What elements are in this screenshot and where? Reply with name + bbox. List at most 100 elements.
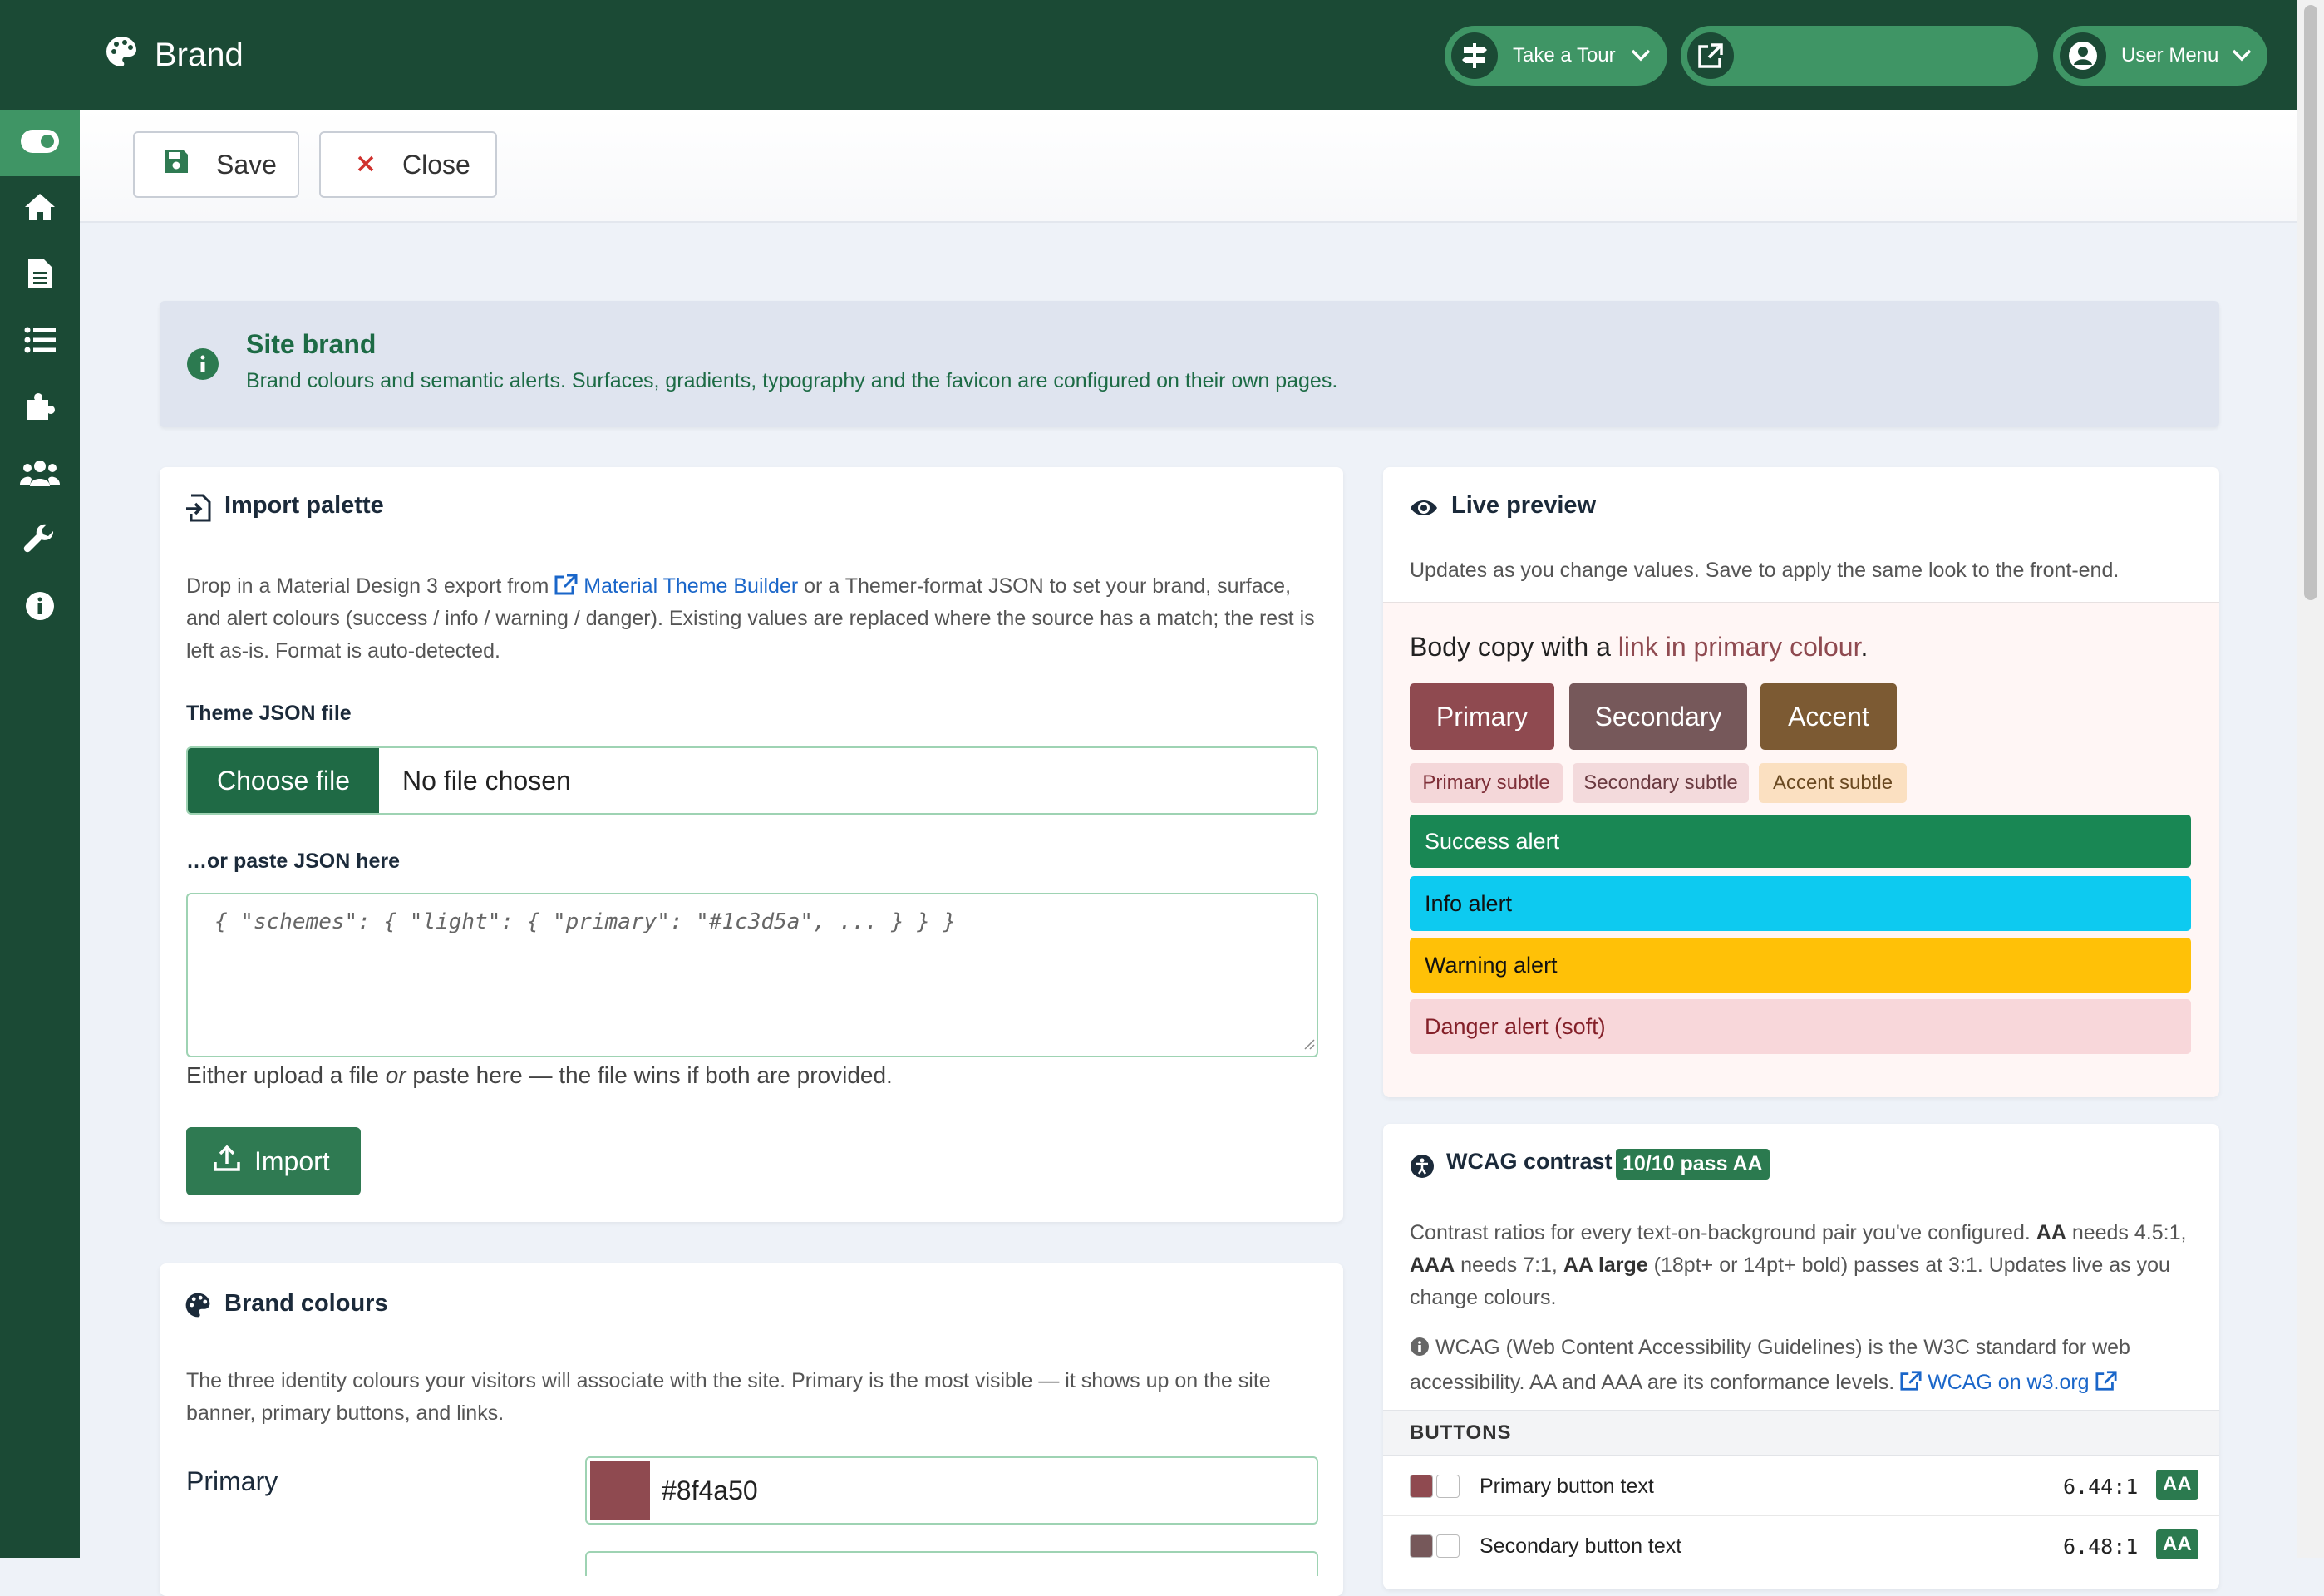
wcag-row-ratio: 6.44:1 bbox=[2063, 1475, 2139, 1499]
upload-icon bbox=[213, 1144, 241, 1179]
chevron-down-icon bbox=[2232, 44, 2252, 67]
info-circle-icon bbox=[1411, 1337, 1429, 1356]
import-hint: Either upload a file or paste here — the… bbox=[186, 1062, 893, 1089]
sidebar-item-home[interactable] bbox=[0, 180, 80, 238]
wcag-row-grade: AA bbox=[2156, 1470, 2198, 1500]
preview-accent-button[interactable]: Accent bbox=[1760, 683, 1897, 750]
brand-colours-description: The three identity colours your visitors… bbox=[186, 1369, 1271, 1425]
wrench-icon bbox=[23, 523, 57, 560]
list-icon bbox=[24, 327, 56, 357]
paste-json-placeholder: { "schemes": { "light": { "primary": "#1… bbox=[214, 909, 957, 934]
paste-json-textarea[interactable]: { "schemes": { "light": { "primary": "#1… bbox=[186, 893, 1318, 1057]
primary-colour-swatch[interactable] bbox=[590, 1461, 650, 1520]
preview-secondary-button[interactable]: Secondary bbox=[1569, 683, 1747, 750]
resize-handle-icon[interactable] bbox=[1302, 1037, 1315, 1054]
preview-secondary-subtle: Secondary subtle bbox=[1573, 763, 1749, 803]
sidebar bbox=[0, 0, 80, 1558]
take-a-tour-label: Take a Tour bbox=[1513, 44, 1616, 66]
sidebar-toggle[interactable] bbox=[0, 110, 80, 176]
wcag-aaa: AAA bbox=[1410, 1254, 1455, 1277]
wcag-w3-link[interactable]: WCAG on w3.org bbox=[1900, 1371, 2117, 1394]
theme-json-file-label: Theme JSON file bbox=[186, 702, 352, 725]
close-icon bbox=[356, 150, 376, 180]
hint-or: or bbox=[385, 1062, 406, 1088]
info-circle-icon bbox=[186, 347, 219, 385]
sidebar-item-users[interactable] bbox=[0, 446, 80, 504]
theme-json-file-input[interactable]: Choose file No file chosen bbox=[186, 746, 1318, 815]
live-preview-subtitle: Updates as you change values. Save to ap… bbox=[1410, 559, 2120, 582]
hint-part: paste here — the file wins if both are p… bbox=[406, 1062, 893, 1088]
brand-colours-card: Brand colours The three identity colours… bbox=[160, 1264, 1343, 1596]
wcag-row: Primary button text 6.44:1 AA bbox=[1383, 1456, 2219, 1516]
wcag-contrast-title: WCAG contrast bbox=[1446, 1149, 1613, 1174]
material-theme-builder-label: Material Theme Builder bbox=[583, 574, 799, 598]
palette-icon bbox=[185, 1292, 211, 1323]
paste-json-label: …or paste JSON here bbox=[186, 850, 401, 873]
preview-success-alert: Success alert bbox=[1410, 815, 2191, 868]
external-link-icon bbox=[554, 574, 578, 595]
accessibility-icon bbox=[1410, 1154, 1435, 1183]
wcag-row: Secondary button text 6.48:1 AA bbox=[1383, 1516, 2219, 1576]
take-a-tour-button[interactable]: Take a Tour bbox=[1445, 26, 1667, 86]
eye-icon bbox=[1410, 497, 1438, 523]
wcag-explainer: WCAG (Web Content Accessibility Guidelin… bbox=[1410, 1330, 2199, 1400]
brand-colours-title: Brand colours bbox=[224, 1290, 388, 1317]
user-circle-icon bbox=[2060, 32, 2106, 79]
sidebar-item-pages[interactable] bbox=[0, 246, 80, 304]
file-icon bbox=[27, 257, 53, 294]
body-copy-text: . bbox=[1860, 632, 1869, 662]
preview-primary-link[interactable]: link in primary colour bbox=[1618, 632, 1861, 662]
signpost-icon bbox=[1451, 32, 1498, 79]
toggle-icon bbox=[21, 129, 59, 157]
import-button[interactable]: Import bbox=[186, 1127, 361, 1195]
user-menu-button[interactable]: User Menu bbox=[2053, 26, 2267, 86]
body-copy-text: Body copy with a bbox=[1410, 632, 1618, 662]
view-site-button[interactable] bbox=[1681, 26, 2038, 86]
wcag-contrast-card: WCAG contrast 10/10 pass AA Contrast rat… bbox=[1383, 1124, 2219, 1589]
users-icon bbox=[20, 458, 60, 492]
fg-swatch bbox=[1436, 1534, 1460, 1558]
save-label: Save bbox=[216, 149, 277, 180]
palette-icon bbox=[105, 35, 138, 72]
wcag-row-ratio: 6.48:1 bbox=[2063, 1534, 2139, 1559]
hint-part: Either upload a file bbox=[186, 1062, 386, 1088]
file-import-icon bbox=[185, 494, 211, 526]
sidebar-item-about[interactable] bbox=[0, 579, 80, 637]
preview-primary-button[interactable]: Primary bbox=[1410, 683, 1554, 750]
live-preview-card: Live preview Updates as you change value… bbox=[1383, 467, 2219, 1097]
page-scrollbar[interactable] bbox=[2297, 0, 2324, 1558]
sidebar-item-plugins[interactable] bbox=[0, 379, 80, 437]
external-link-icon bbox=[2095, 1371, 2117, 1391]
preview-body-copy: Body copy with a link in primary colour. bbox=[1410, 632, 1868, 663]
scrollbar-thumb[interactable] bbox=[2304, 5, 2317, 600]
import-desc-part: Drop in a Material Design 3 export from bbox=[186, 574, 555, 598]
site-brand-info: Site brand Brand colours and semantic al… bbox=[160, 301, 2219, 427]
wcag-pass-badge: 10/10 pass AA bbox=[1616, 1149, 1770, 1180]
primary-colour-label: Primary bbox=[186, 1466, 278, 1496]
secondary-colour-field[interactable] bbox=[585, 1551, 1318, 1576]
wcag-aa: AA bbox=[2036, 1221, 2066, 1244]
sidebar-item-tools[interactable] bbox=[0, 512, 80, 570]
save-button[interactable]: Save bbox=[133, 131, 299, 198]
preview-area: Body copy with a link in primary colour.… bbox=[1383, 602, 2219, 1097]
choose-file-button[interactable]: Choose file bbox=[188, 748, 379, 813]
close-button[interactable]: Close bbox=[319, 131, 497, 198]
wcag-aa-large: AA large bbox=[1563, 1254, 1648, 1277]
import-label: Import bbox=[254, 1145, 330, 1176]
floppy-disk-icon bbox=[163, 148, 190, 181]
preview-primary-subtle: Primary subtle bbox=[1410, 763, 1563, 803]
info-icon bbox=[25, 591, 55, 625]
home-icon bbox=[23, 190, 57, 228]
primary-colour-field[interactable]: #8f4a50 bbox=[585, 1456, 1318, 1525]
bg-swatch bbox=[1410, 1534, 1433, 1558]
puzzle-icon bbox=[23, 390, 57, 427]
sidebar-item-list[interactable] bbox=[0, 313, 80, 371]
preview-danger-alert: Danger alert (soft) bbox=[1410, 999, 2191, 1054]
preview-info-alert: Info alert bbox=[1410, 876, 2191, 931]
wcag-section-header: BUTTONS bbox=[1383, 1410, 2219, 1456]
material-theme-builder-link[interactable]: Material Theme Builder bbox=[554, 574, 798, 598]
wcag-row-label: Primary button text bbox=[1480, 1475, 1654, 1498]
wcag-w3-link-label: WCAG on w3.org bbox=[1928, 1371, 2090, 1394]
preview-warning-alert: Warning alert bbox=[1410, 938, 2191, 993]
bg-swatch bbox=[1410, 1475, 1433, 1498]
